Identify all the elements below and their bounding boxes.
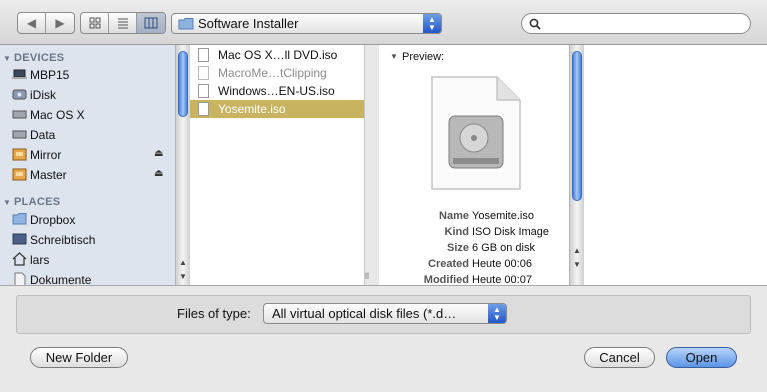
preview-label: Preview: <box>402 51 445 63</box>
list-item-selected[interactable]: Yosemite.iso <box>190 100 364 118</box>
document-icon <box>14 272 26 285</box>
hard-drive-icon <box>12 130 27 139</box>
location-popup[interactable]: Software Installer ▲ ▼ <box>171 13 442 34</box>
popup-arrows-icon: ▲ ▼ <box>423 14 441 33</box>
iso-file-icon <box>198 84 209 98</box>
sidebar-item-dokumente[interactable]: Dokumente <box>14 271 91 285</box>
list-item[interactable]: MacroMe…tClipping <box>190 64 364 82</box>
forward-button[interactable]: ▶ <box>46 13 74 33</box>
disclosure-triangle-icon: ▼ <box>3 54 12 63</box>
open-button[interactable]: Open <box>666 347 737 368</box>
meta-size-key: Size <box>446 242 469 254</box>
popup-arrows-icon: ▲ ▼ <box>488 304 506 323</box>
file-type-select[interactable]: All virtual optical disk files (*.d… ▲ ▼ <box>263 303 507 324</box>
sidebar-item-data[interactable]: Data <box>12 126 55 144</box>
file-type-label: Files of type: <box>177 306 251 321</box>
history-nav: ◀ ▶ <box>17 12 75 34</box>
idisk-icon <box>12 89 27 100</box>
search-field[interactable] <box>521 13 751 34</box>
eject-icon[interactable]: ⏏ <box>154 148 163 159</box>
disk-image-document-icon <box>431 76 521 190</box>
file-column: Mac OS X…ll DVD.iso MacroMe…tClipping Wi… <box>190 45 369 285</box>
list-item[interactable]: Windows…EN-US.iso <box>190 82 364 100</box>
scroll-up-arrow-icon[interactable]: ▲ <box>176 255 190 269</box>
grid-icon <box>89 17 100 29</box>
desktop-icon <box>12 233 27 245</box>
iso-file-icon <box>198 102 209 116</box>
eject-icon[interactable]: ⏏ <box>154 168 163 179</box>
disclosure-triangle-icon: ▼ <box>3 198 12 207</box>
sidebar-item-schreibtisch[interactable]: Schreibtisch <box>12 231 95 249</box>
disclosure-triangle-icon[interactable]: ▼ <box>390 52 398 61</box>
chevron-right-icon: ▶ <box>55 16 65 30</box>
cancel-button[interactable]: Cancel <box>584 347 655 368</box>
list-view-button[interactable] <box>109 13 137 33</box>
sidebar-item-lars[interactable]: lars <box>12 251 49 269</box>
sidebar-item-master[interactable]: Master <box>12 166 67 184</box>
list-icon <box>117 18 128 29</box>
sidebar-item-idisk[interactable]: iDisk <box>12 86 56 104</box>
meta-size-value: 6 GB on disk <box>472 242 535 254</box>
file-type-bar: Files of type: All virtual optical disk … <box>16 295 751 334</box>
scroll-thumb[interactable] <box>178 51 188 117</box>
meta-kind-key: Kind <box>444 226 469 238</box>
folder-icon <box>12 213 27 225</box>
chevron-left-icon: ◀ <box>26 16 37 30</box>
new-folder-button[interactable]: New Folder <box>30 347 128 368</box>
sidebar-scrollbar[interactable]: ▲ ▼ <box>175 45 190 285</box>
preview-scrollbar[interactable]: ▲ ▼ <box>569 45 584 285</box>
scroll-thumb[interactable] <box>572 51 582 201</box>
sidebar-item-dropbox[interactable]: Dropbox <box>12 211 75 229</box>
preview-pane: ▼ Preview: Name Yosemite.iso Kind ISO Di… <box>379 45 569 286</box>
devices-header[interactable]: ▼ DEVICES <box>3 52 64 64</box>
list-item[interactable]: Mac OS X…ll DVD.iso <box>190 46 364 64</box>
home-icon <box>12 252 27 266</box>
empty-column <box>584 45 767 285</box>
hard-drive-icon <box>12 110 27 119</box>
iso-file-icon <box>198 48 209 62</box>
column-resize-handle[interactable]: ll <box>365 271 369 281</box>
scroll-down-arrow-icon[interactable]: ▼ <box>176 269 190 283</box>
meta-created-value: Heute 00:06 <box>472 258 532 270</box>
back-button[interactable]: ◀ <box>18 13 46 33</box>
external-drive-icon <box>12 148 27 161</box>
external-drive-icon <box>12 168 27 181</box>
divider <box>0 285 767 286</box>
meta-name-key: Name <box>439 210 469 222</box>
icon-view-button[interactable] <box>81 13 109 33</box>
laptop-icon <box>12 69 27 79</box>
search-icon <box>529 18 541 30</box>
location-label: Software Installer <box>198 16 299 31</box>
meta-created-key: Created <box>428 258 469 270</box>
sidebar-item-mbp15[interactable]: MBP15 <box>12 66 69 84</box>
sidebar-item-mirror[interactable]: Mirror <box>12 146 61 164</box>
view-mode-control <box>80 12 166 34</box>
folder-icon <box>178 18 194 30</box>
scroll-up-arrow-icon[interactable]: ▲ <box>570 243 584 257</box>
file-type-value: All virtual optical disk files (*.d… <box>272 306 457 321</box>
scroll-down-arrow-icon[interactable]: ▼ <box>570 257 584 271</box>
meta-kind-value: ISO Disk Image <box>472 226 550 238</box>
column-view-button[interactable] <box>137 13 165 33</box>
sidebar: ▼ DEVICES MBP15 iDisk Mac OS X Data Mirr… <box>0 45 176 285</box>
clipping-file-icon <box>198 66 209 80</box>
columns-icon <box>144 17 158 29</box>
places-header[interactable]: ▼ PLACES <box>3 196 60 208</box>
meta-name-value: Yosemite.iso <box>472 210 534 222</box>
sidebar-item-mac-os-x[interactable]: Mac OS X <box>12 106 85 124</box>
